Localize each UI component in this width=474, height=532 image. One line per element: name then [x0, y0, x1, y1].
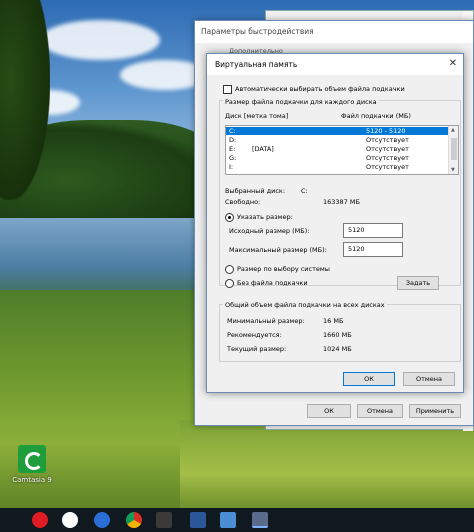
drive-row[interactable]: G: Отсутствует: [226, 154, 448, 162]
drive-pagefile-size: Отсутствует: [366, 163, 409, 171]
app-icon[interactable]: [156, 512, 172, 528]
no-paging-radio[interactable]: [225, 279, 234, 288]
min-size-value: 16 МБ: [323, 317, 344, 325]
auto-manage-checkbox[interactable]: [223, 85, 232, 94]
drive-row[interactable]: I: Отсутствует: [226, 163, 448, 171]
current-size-value: 1024 МБ: [323, 345, 352, 353]
screen-icon[interactable]: [220, 512, 236, 528]
cancel-button[interactable]: Отмена: [357, 404, 403, 418]
drive-letter: G:: [229, 154, 237, 162]
taskbar: [0, 508, 474, 532]
close-icon[interactable]: ✕: [449, 58, 457, 69]
dialog-title: Виртуальная память: [207, 54, 463, 75]
drive-row[interactable]: E: [DATA] Отсутствует: [226, 145, 448, 153]
window-icon[interactable]: [252, 512, 268, 528]
word-icon[interactable]: [190, 512, 206, 528]
drive-pagefile-size: Отсутствует: [366, 145, 409, 153]
column-size-header: Файл подкачки (МБ): [341, 112, 411, 120]
chrome-icon[interactable]: [126, 512, 142, 528]
ok-button[interactable]: ОК: [307, 404, 351, 418]
total-paging-group-title: Общий объем файла подкачки на всех диска…: [223, 301, 387, 309]
free-space-value: 163387 МБ: [323, 198, 360, 206]
custom-size-label: Указать размер:: [237, 213, 293, 221]
camtasia-icon: [18, 445, 46, 473]
per-drive-group-title: Размер файла подкачки для каждого диска: [223, 98, 379, 106]
column-disk-header: Диск [метка тома]: [225, 112, 289, 120]
auto-manage-label: Автоматически выбирать объем файла подка…: [235, 85, 405, 93]
system-managed-label: Размер по выбору системы: [237, 265, 330, 273]
free-space-label: Свободно:: [225, 198, 261, 206]
selected-disk-label: Выбранный диск:: [225, 187, 286, 195]
drive-row[interactable]: C: 5120 - 5120: [226, 127, 448, 135]
custom-size-radio[interactable]: [225, 213, 234, 222]
recommended-value: 1660 МБ: [323, 331, 352, 339]
desktop-shortcut-label: Camtasia 9: [12, 476, 52, 484]
desktop-shortcut-camtasia[interactable]: Camtasia 9: [8, 445, 56, 484]
current-size-label: Текущий размер:: [227, 345, 287, 353]
drive-letter: E:: [229, 145, 236, 153]
drive-pagefile-size: Отсутствует: [366, 154, 409, 162]
yandex-icon[interactable]: [62, 512, 78, 528]
scroll-thumb[interactable]: [451, 138, 457, 160]
min-size-label: Минимальный размер:: [227, 317, 305, 325]
selected-disk-value: C:: [301, 187, 308, 195]
initial-size-label: Исходный размер (МБ):: [229, 227, 310, 235]
apply-button[interactable]: Применить: [409, 404, 461, 418]
drive-letter: D:: [229, 136, 237, 144]
drive-letter: I:: [229, 163, 234, 171]
initial-size-input[interactable]: 5120: [343, 223, 403, 238]
max-size-input[interactable]: 5120: [343, 242, 403, 257]
virtual-memory-dialog: Виртуальная память ✕ Автоматически выбир…: [206, 53, 464, 393]
drive-label: [DATA]: [252, 145, 274, 153]
no-paging-label: Без файла подкачки: [237, 279, 308, 287]
max-size-label: Максимальный размер (МБ):: [229, 246, 327, 254]
drive-list-scrollbar[interactable]: ▲ ▼: [448, 126, 458, 174]
drive-letter: C:: [229, 127, 236, 135]
drive-row[interactable]: D: Отсутствует: [226, 136, 448, 144]
recommended-label: Рекомендуется:: [227, 331, 282, 339]
drive-pagefile-size: 5120 - 5120: [366, 127, 406, 135]
nav-icon[interactable]: [94, 512, 110, 528]
scroll-down-icon[interactable]: ▼: [451, 167, 455, 173]
vm-ok-button[interactable]: ОК: [343, 372, 395, 386]
system-managed-radio[interactable]: [225, 265, 234, 274]
drive-list[interactable]: ▲ ▼ C: 5120 - 5120 D: Отсутствует E: [DATA] От…: [225, 125, 459, 175]
drive-pagefile-size: Отсутствует: [366, 136, 409, 144]
window-title: Параметры быстродействия: [195, 21, 473, 43]
opera-icon[interactable]: [32, 512, 48, 528]
vm-cancel-button[interactable]: Отмена: [403, 372, 455, 386]
scroll-up-icon[interactable]: ▲: [451, 127, 455, 133]
set-button[interactable]: Задать: [397, 276, 439, 290]
